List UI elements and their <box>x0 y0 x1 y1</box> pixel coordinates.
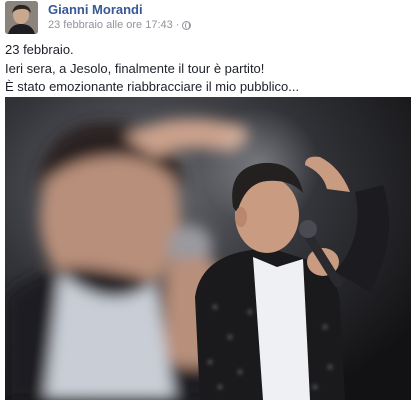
post-header: Gianni Morandi 23 febbraio alle ore 17:4… <box>4 0 410 36</box>
author-name[interactable]: Gianni Morandi <box>48 2 143 17</box>
post-text-line: 23 febbraio. <box>5 42 74 57</box>
globe-icon[interactable] <box>182 20 192 30</box>
post-timestamp[interactable]: 23 febbraio alle ore 17:43 <box>48 19 173 31</box>
post-text: 23 febbraio. Ieri sera, a Jesolo, finalm… <box>5 41 409 97</box>
post-text-line: Ieri sera, a Jesolo, finalmente il tour … <box>5 60 265 76</box>
author-avatar[interactable] <box>5 1 38 34</box>
concert-photo[interactable] <box>5 97 411 400</box>
facebook-post: Gianni Morandi 23 febbraio alle ore 17:4… <box>0 0 414 400</box>
post-meta: 23 febbraio alle ore 17:43 · <box>48 19 192 31</box>
post-text-line: È stato emozionante riabbracciare il mio… <box>5 79 300 94</box>
meta-separator: · <box>175 19 180 31</box>
